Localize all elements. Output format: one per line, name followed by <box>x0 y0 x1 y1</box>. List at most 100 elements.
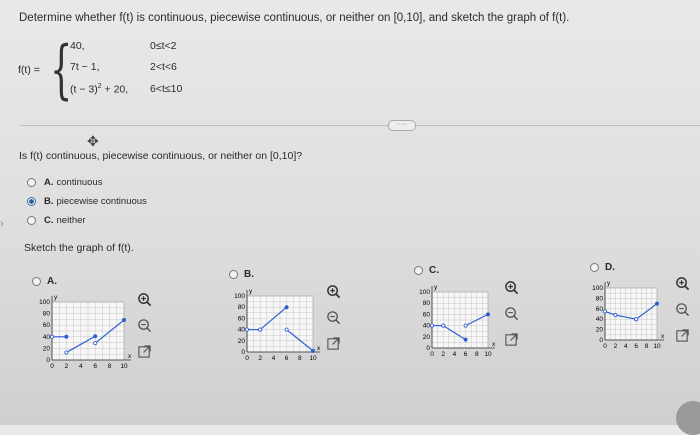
x-tick-label: 4 <box>453 351 457 358</box>
expand-icon[interactable] <box>504 332 519 347</box>
x-tick-label: 6 <box>464 351 468 358</box>
expand-icon[interactable] <box>675 328 690 343</box>
y-axis-letter: y <box>249 288 253 295</box>
endpoint-marker <box>122 317 127 322</box>
x-tick-label: 10 <box>653 343 661 350</box>
zoom-in-icon[interactable] <box>326 284 341 299</box>
expand-icon[interactable] <box>137 344 152 359</box>
x-tick-label: 4 <box>79 363 83 370</box>
x-tick-label: 8 <box>298 355 302 362</box>
y-axis-letter: y <box>54 294 58 301</box>
endpoint-marker <box>441 323 446 328</box>
graph-option-b[interactable]: B. <box>229 269 254 280</box>
endpoint-marker <box>284 305 289 310</box>
endpoint-marker <box>284 327 289 332</box>
graph-option-c-letter: C. <box>429 265 439 276</box>
radio-b-selected[interactable] <box>27 197 36 206</box>
question-prompt: Is f(t) continuous, piecewise continuous… <box>19 150 303 162</box>
previous-arrow-icon[interactable]: › <box>0 218 4 230</box>
zoom-in-icon[interactable] <box>675 276 690 291</box>
y-tick-label: 60 <box>43 322 51 329</box>
endpoint-marker <box>311 348 316 353</box>
y-tick-label: 20 <box>423 334 431 341</box>
x-tick-label: 6 <box>285 355 289 362</box>
endpoint-marker <box>429 323 434 328</box>
endpoint-marker <box>49 334 54 339</box>
zoom-out-icon[interactable] <box>137 318 152 333</box>
section-divider <box>20 125 700 126</box>
zoom-out-icon[interactable] <box>675 302 690 317</box>
piece-2-condition: 2<t<6 <box>150 61 177 73</box>
y-tick-label: 80 <box>423 300 431 307</box>
expand-icon[interactable] <box>326 336 341 351</box>
x-tick-label: 0 <box>603 343 607 350</box>
endpoint-marker <box>634 317 639 322</box>
function-label: f(t) = <box>18 64 40 76</box>
graph-option-d-letter: D. <box>605 262 615 273</box>
more-button[interactable]: ····· <box>388 120 416 131</box>
graph-radio-b[interactable] <box>229 270 238 279</box>
x-tick-label: 2 <box>258 355 262 362</box>
graph-a-thumbnail[interactable]: yx1008060402000 2 4 6 8 10 <box>28 290 140 375</box>
endpoint-marker <box>258 327 263 332</box>
x-tick-label: 0 <box>430 351 434 358</box>
graph-radio-a[interactable] <box>32 277 41 286</box>
x-tick-label: 8 <box>645 343 649 350</box>
endpoint-marker <box>463 323 468 328</box>
x-axis-letter: x <box>128 353 132 360</box>
y-tick-label: 100 <box>234 293 245 300</box>
y-tick-label: 80 <box>238 304 246 311</box>
option-c[interactable]: C. neither <box>27 215 86 226</box>
option-b[interactable]: B. piecewise continuous <box>27 196 147 207</box>
option-a-text: continuous <box>56 177 103 188</box>
x-tick-label: 8 <box>108 363 112 370</box>
y-tick-label: 60 <box>423 311 431 318</box>
graph-option-a[interactable]: A. <box>32 276 57 287</box>
graph-option-d[interactable]: D. <box>590 262 615 273</box>
radio-a[interactable] <box>27 178 36 187</box>
graph-option-a-letter: A. <box>47 276 57 287</box>
zoom-in-icon[interactable] <box>137 292 152 307</box>
option-a[interactable]: A. continuous <box>27 177 102 188</box>
piece-3-expr: (t − 3)2 + 20, <box>70 83 129 96</box>
graph-b-thumbnail[interactable]: yx1008060402000 2 4 6 8 10 <box>225 282 325 367</box>
y-tick-label: 40 <box>596 316 604 323</box>
x-tick-label: 10 <box>120 363 128 370</box>
y-tick-label: 40 <box>238 327 246 334</box>
y-tick-label: 20 <box>238 338 246 345</box>
option-c-text: neither <box>56 215 86 226</box>
y-tick-label: 20 <box>43 345 51 352</box>
y-tick-label: 40 <box>43 334 51 341</box>
move-icon[interactable]: ✥ <box>87 133 99 150</box>
zoom-in-icon[interactable] <box>504 280 519 295</box>
graph-d-tools <box>675 276 690 348</box>
endpoint-marker <box>244 327 249 332</box>
y-tick-label: 80 <box>43 311 51 318</box>
graph-option-c[interactable]: C. <box>414 265 439 276</box>
graph-option-b-letter: B. <box>244 269 254 280</box>
graph-radio-c[interactable] <box>414 266 423 275</box>
graph-a-tools <box>137 292 152 364</box>
x-axis-letter: x <box>661 333 665 340</box>
question-title: Determine whether f(t) is continuous, pi… <box>19 12 570 24</box>
graph-radio-d[interactable] <box>590 263 599 272</box>
y-tick-label: 100 <box>39 299 50 306</box>
x-tick-label: 2 <box>441 351 445 358</box>
x-tick-label: 6 <box>93 363 97 370</box>
piecewise-function: f(t) = { 40, 0≤t<2 7t − 1, 2<t<6 (t − 3)… <box>18 38 248 108</box>
piece-3-condition: 6<t≤10 <box>150 83 183 95</box>
piece-1-condition: 0≤t<2 <box>150 40 177 52</box>
graph-d-thumbnail[interactable]: yx1008060402000 2 4 6 8 10 <box>585 276 667 356</box>
radio-c[interactable] <box>27 216 36 225</box>
x-tick-label: 2 <box>65 363 69 370</box>
y-tick-label: 60 <box>596 306 604 313</box>
x-tick-label: 2 <box>614 343 618 350</box>
endpoint-marker <box>463 337 468 342</box>
zoom-out-icon[interactable] <box>326 310 341 325</box>
endpoint-marker <box>602 309 607 314</box>
x-axis-letter: x <box>492 341 496 348</box>
endpoint-marker <box>613 313 618 318</box>
graph-c-thumbnail[interactable]: yx1008060402000 2 4 6 8 10 <box>410 280 500 365</box>
y-tick-label: 60 <box>238 315 246 322</box>
zoom-out-icon[interactable] <box>504 306 519 321</box>
